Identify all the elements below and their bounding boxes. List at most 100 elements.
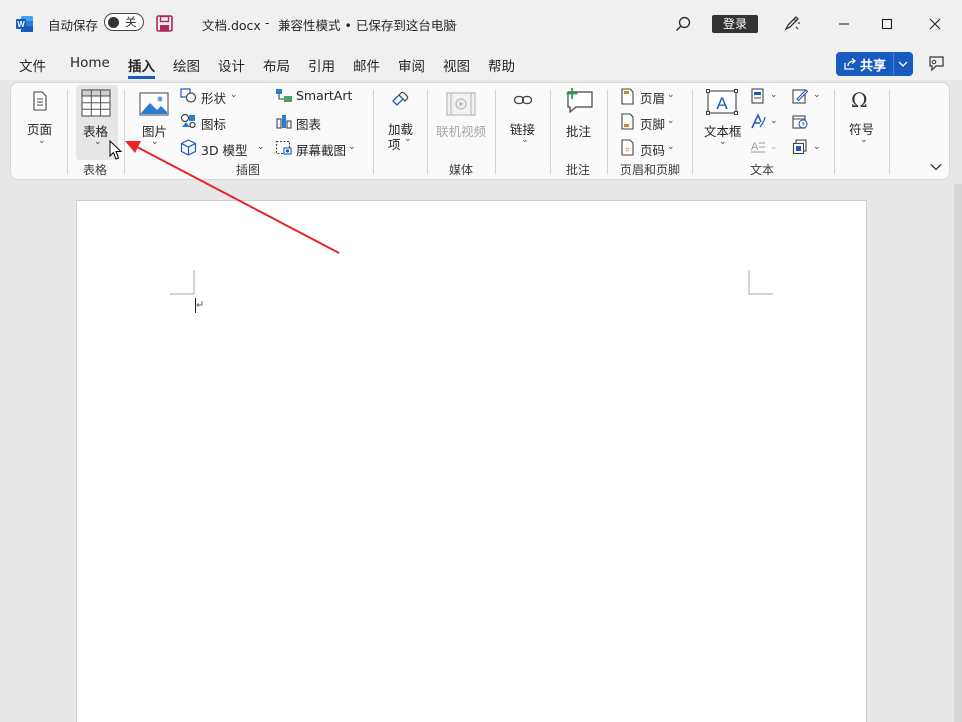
symbol-chevron-down-icon[interactable]: ⌄ bbox=[860, 135, 868, 145]
tab-design[interactable]: 设计 bbox=[218, 55, 245, 75]
footer-button[interactable]: 页脚 bbox=[640, 114, 665, 133]
pages-chevron-down-icon[interactable]: ⌄ bbox=[38, 136, 46, 146]
vertical-scrollbar[interactable] bbox=[954, 184, 962, 722]
title-dash: - bbox=[265, 15, 270, 30]
margin-corner-marker-top-left bbox=[170, 270, 195, 295]
tab-layout[interactable]: 布局 bbox=[263, 55, 290, 75]
shapes-button[interactable]: 形状 bbox=[201, 88, 226, 107]
drop-cap-icon: A bbox=[751, 141, 765, 153]
icons-button[interactable]: 图标 bbox=[201, 114, 226, 133]
toggle-knob bbox=[108, 16, 119, 28]
svg-text:W: W bbox=[17, 20, 25, 29]
new-comment-icon bbox=[566, 88, 593, 114]
paragraph-mark-icon bbox=[196, 301, 203, 307]
pen-feedback-icon[interactable] bbox=[783, 14, 801, 32]
date-time-icon bbox=[792, 115, 808, 129]
page-number-icon: # bbox=[621, 139, 634, 156]
title-dropdown-chevron-icon[interactable]: ⌄ bbox=[451, 19, 459, 29]
footer-chevron-down-icon[interactable]: ⌄ bbox=[667, 116, 675, 126]
minimize-icon bbox=[839, 23, 849, 25]
tab-insert[interactable]: 插入 bbox=[128, 55, 155, 79]
screenshot-icon bbox=[275, 140, 292, 155]
svg-text:#: # bbox=[626, 147, 630, 154]
maximize-button[interactable] bbox=[865, 0, 909, 48]
footer-icon bbox=[621, 113, 634, 130]
share-chevron-down-icon[interactable] bbox=[898, 61, 908, 68]
save-icon[interactable] bbox=[156, 15, 173, 32]
tab-help[interactable]: 帮助 bbox=[488, 55, 515, 75]
page-number-button[interactable]: 页码 bbox=[640, 140, 665, 159]
header-chevron-down-icon[interactable]: ⌄ bbox=[667, 90, 675, 100]
group-label-header-footer: 页眉和页脚 bbox=[620, 163, 681, 177]
tab-review[interactable]: 审阅 bbox=[398, 55, 425, 75]
picture-chevron-down-icon[interactable]: ⌄ bbox=[151, 137, 159, 147]
search-icon[interactable] bbox=[675, 16, 691, 32]
svg-text:A: A bbox=[716, 94, 728, 113]
autosave-label: 自动保存 bbox=[48, 18, 99, 33]
3d-model-icon bbox=[180, 139, 197, 156]
tab-draw[interactable]: 绘图 bbox=[173, 55, 200, 75]
autosave-toggle[interactable]: 关 bbox=[104, 13, 144, 31]
table-icon bbox=[81, 89, 111, 117]
screenshot-button[interactable]: 屏幕截图 bbox=[296, 140, 346, 159]
tab-mailings[interactable]: 邮件 bbox=[353, 55, 380, 75]
addins-button-line2[interactable]: 项 bbox=[388, 134, 401, 153]
document-title: 文档.docx bbox=[202, 18, 261, 33]
group-label-media: 媒体 bbox=[449, 163, 474, 177]
quick-parts-icon bbox=[751, 88, 764, 104]
drop-cap-chevron-down-icon: ⌄ bbox=[770, 142, 778, 152]
shapes-chevron-down-icon[interactable]: ⌄ bbox=[230, 90, 238, 100]
link-chevron-down-icon[interactable]: ⌄ bbox=[521, 135, 529, 145]
login-button[interactable]: 登录 bbox=[712, 15, 758, 33]
addins-icon bbox=[392, 91, 409, 106]
chart-button[interactable]: 图表 bbox=[296, 114, 321, 133]
addins-chevron-down-icon[interactable]: ⌄ bbox=[404, 134, 412, 144]
new-comment-button[interactable]: 批注 bbox=[566, 121, 591, 140]
header-button[interactable]: 页眉 bbox=[640, 88, 665, 107]
picture-icon bbox=[139, 92, 169, 116]
link-icon bbox=[513, 95, 533, 105]
signature-line-icon bbox=[792, 89, 808, 104]
comments-pane-icon[interactable] bbox=[927, 55, 945, 73]
chart-icon bbox=[276, 115, 292, 129]
mouse-pointer-icon bbox=[109, 140, 123, 160]
screenshot-chevron-down-icon[interactable]: ⌄ bbox=[348, 142, 356, 152]
omega-symbol-icon: Ω bbox=[851, 88, 868, 112]
smartart-button[interactable]: SmartArt bbox=[296, 88, 352, 103]
online-video-icon bbox=[446, 92, 476, 116]
ribbon-separator bbox=[67, 90, 68, 174]
shapes-icon bbox=[180, 88, 197, 103]
signature-line-chevron-down-icon[interactable]: ⌄ bbox=[813, 90, 821, 100]
group-label-comments: 批注 bbox=[566, 163, 591, 177]
wordart-chevron-down-icon[interactable]: ⌄ bbox=[770, 116, 778, 126]
tab-references[interactable]: 引用 bbox=[308, 55, 335, 75]
tab-view[interactable]: 视图 bbox=[443, 55, 470, 75]
online-video-button: 联机视频 bbox=[436, 124, 487, 139]
close-button[interactable] bbox=[913, 0, 957, 48]
ribbon-expand-chevron-down-icon[interactable] bbox=[930, 163, 942, 171]
document-mode-status[interactable]: 兼容性模式 • 已保存到这台电脑 bbox=[278, 15, 456, 34]
ribbon-separator bbox=[550, 90, 551, 174]
page-icon bbox=[33, 91, 47, 111]
ribbon-separator bbox=[607, 90, 608, 174]
3d-model-button[interactable]: 3D 模型 bbox=[201, 140, 248, 159]
textbox-chevron-down-icon[interactable]: ⌄ bbox=[719, 137, 727, 147]
tab-file[interactable]: 文件 bbox=[19, 55, 46, 75]
svg-text:A: A bbox=[751, 141, 759, 153]
tab-home[interactable]: Home bbox=[70, 55, 110, 71]
3d-model-chevron-down-icon[interactable]: ⌄ bbox=[257, 142, 265, 152]
close-icon bbox=[929, 18, 941, 30]
ribbon-separator bbox=[373, 90, 374, 174]
ribbon-separator bbox=[124, 90, 125, 174]
minimize-button[interactable] bbox=[822, 0, 866, 48]
group-label-illustrations: 插图 bbox=[236, 163, 261, 177]
quick-parts-chevron-down-icon[interactable]: ⌄ bbox=[770, 90, 778, 100]
object-chevron-down-icon[interactable]: ⌄ bbox=[813, 142, 821, 152]
group-label-text: 文本 bbox=[750, 163, 775, 177]
toggle-state-label: 关 bbox=[125, 15, 137, 29]
maximize-icon bbox=[881, 18, 893, 30]
icons-icon bbox=[180, 113, 196, 129]
table-chevron-down-icon[interactable]: ⌄ bbox=[94, 137, 102, 147]
share-button[interactable]: 共享 bbox=[836, 52, 913, 76]
page-number-chevron-down-icon[interactable]: ⌄ bbox=[667, 142, 675, 152]
